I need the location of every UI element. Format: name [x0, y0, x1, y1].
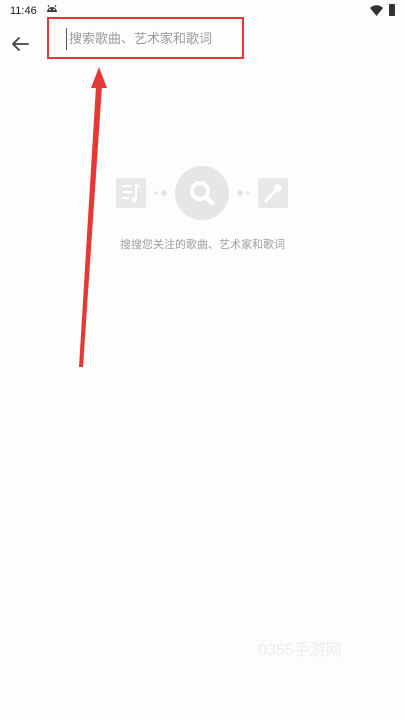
search-box[interactable] [47, 17, 244, 59]
microphone-icon [258, 178, 288, 208]
android-robot-icon [47, 4, 57, 12]
search-icon [175, 166, 229, 220]
music-list-icon [116, 178, 146, 208]
search-input[interactable] [66, 28, 241, 50]
right-connector-dots [237, 190, 250, 196]
battery-icon [389, 4, 395, 16]
back-arrow-icon[interactable] [8, 32, 32, 56]
watermark: 0355手游网 [258, 642, 342, 659]
empty-state-illustration [116, 166, 288, 220]
empty-state-hint: 搜搜您关注的歌曲、艺术家和歌词 [120, 238, 285, 251]
annotation-arrow [79, 67, 107, 367]
wifi-icon [370, 5, 383, 16]
left-connector-dots [154, 190, 167, 196]
status-time: 11:46 [10, 5, 37, 17]
